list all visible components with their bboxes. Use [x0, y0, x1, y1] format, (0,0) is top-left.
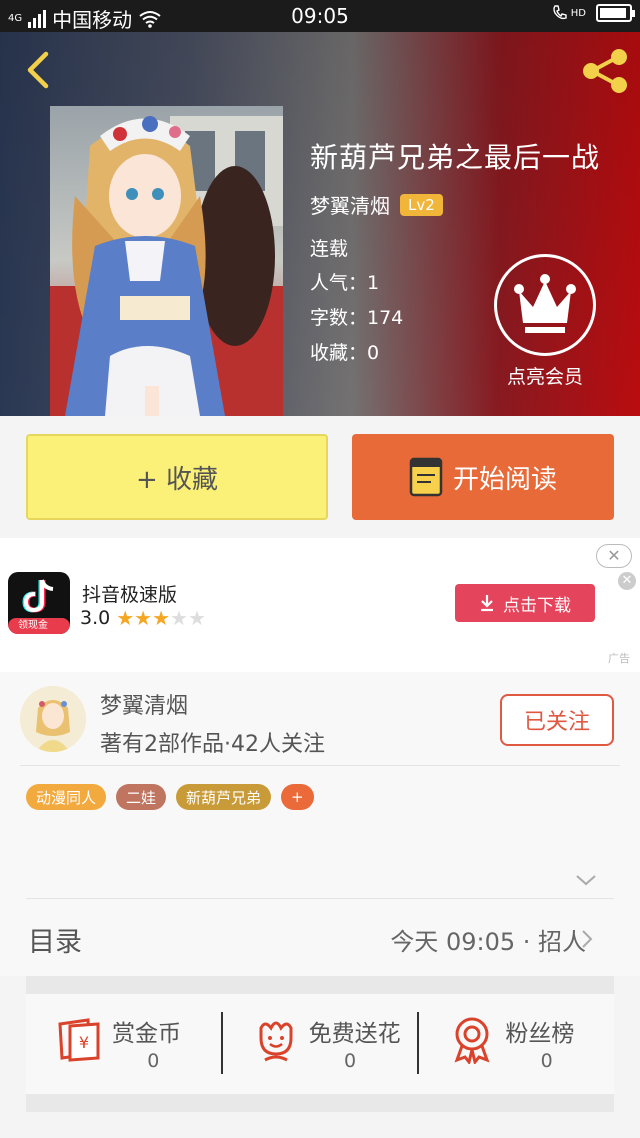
- ad-download-label: 点击下载: [503, 595, 571, 616]
- tag-anime-fanfic[interactable]: 动漫同人: [26, 784, 107, 810]
- chevron-right-icon: [582, 930, 593, 948]
- ad-app-name: 抖音极速版: [82, 584, 178, 606]
- battery-icon: [596, 4, 635, 22]
- tag-list: 动漫同人 二娃 新葫芦兄弟 +: [26, 784, 314, 810]
- start-reading-button[interactable]: 开始阅读: [352, 434, 614, 520]
- follow-button[interactable]: 已关注: [500, 694, 614, 746]
- star-icon: ★: [152, 606, 171, 630]
- ad-close-button[interactable]: ✕: [596, 544, 632, 568]
- divider: [26, 898, 614, 899]
- star-icon: ★: [170, 606, 188, 630]
- ad-banner[interactable]: ✕ 领现金 抖音极速版 3.0 ★★★★★ 点击下载 ✕ 广告: [0, 538, 640, 672]
- add-to-favorites-button[interactable]: + 收藏: [26, 434, 328, 520]
- crown-icon: [494, 254, 596, 356]
- star-icon: ★: [134, 606, 153, 630]
- ad-dismiss-icon[interactable]: ✕: [618, 572, 636, 590]
- author-stats: 著有2部作品·42人关注: [100, 732, 325, 757]
- book-word-count: 字数：174: [310, 307, 404, 329]
- star-icon: ★: [187, 606, 206, 630]
- ad-icon-badge: 领现金: [8, 618, 70, 634]
- action-bar: + 收藏 开始阅读: [0, 416, 640, 538]
- send-flower-label: 免费送花: [308, 1021, 401, 1047]
- ad-download-button[interactable]: 点击下载: [455, 584, 595, 622]
- status-bar: 4G 中国移动 09:05 HD: [0, 0, 640, 32]
- download-icon: [481, 595, 493, 612]
- fan-ranking-label: 粉丝榜: [505, 1021, 575, 1047]
- book-author[interactable]: 梦翼清烟: [310, 190, 390, 219]
- catalog-row[interactable]: 目录 今天 09:05 · 招人: [0, 900, 640, 976]
- section-gap: [26, 1094, 614, 1112]
- reward-coins-button[interactable]: ¥ 赏金币 0: [26, 994, 221, 1094]
- douyin-app-icon[interactable]: 领现金: [8, 572, 70, 634]
- divider: [20, 765, 620, 766]
- back-arrow-icon[interactable]: [18, 48, 62, 92]
- catalog-label: 目录: [28, 927, 82, 958]
- book-popularity: 人气：1: [310, 272, 380, 294]
- ad-rating: 3.0 ★★★★★: [80, 606, 206, 630]
- start-reading-label: 开始阅读: [452, 464, 557, 495]
- status-time: 09:05: [291, 4, 349, 28]
- book-title: 新葫芦兄弟之最后一战: [310, 141, 601, 174]
- author-level-badge: Lv2: [400, 193, 443, 216]
- status-right: HD: [551, 4, 635, 22]
- hd-label: HD: [570, 7, 586, 19]
- rewards-row: ¥ 赏金币 0 免费送花 0 粉丝榜 0: [26, 994, 614, 1094]
- rating-stars: ★★★★★: [116, 606, 206, 630]
- vip-label: 点亮会员: [506, 366, 583, 388]
- reward-coins-value: 0: [147, 1050, 160, 1072]
- book-status: 连载: [310, 238, 349, 260]
- tag-calabash-brothers[interactable]: 新葫芦兄弟: [176, 784, 272, 810]
- section-gap: [26, 976, 614, 994]
- star-icon: ★: [116, 606, 135, 630]
- send-flower-value: 0: [343, 1050, 357, 1072]
- ad-label: 广告: [608, 652, 630, 665]
- book-icon: [409, 457, 443, 497]
- author-name[interactable]: 梦翼清烟: [100, 688, 188, 720]
- hd-call-icon: HD: [551, 4, 586, 22]
- author-section: 梦翼清烟 著有2部作品·42人关注 已关注 动漫同人 二娃 新葫芦兄弟 +: [0, 672, 640, 900]
- fan-ranking-button[interactable]: 粉丝榜 0: [419, 994, 614, 1094]
- tag-erwa[interactable]: 二娃: [116, 784, 167, 810]
- book-favorites: 收藏：0: [310, 342, 380, 364]
- add-tag-button[interactable]: +: [281, 784, 314, 810]
- reward-coins-label: 赏金币: [112, 1021, 181, 1047]
- book-cover-image[interactable]: [50, 106, 283, 416]
- send-flower-button[interactable]: 免费送花 0: [223, 994, 418, 1094]
- ad-rating-value: 3.0: [80, 607, 111, 629]
- share-icon[interactable]: [578, 44, 632, 98]
- author-row: 梦翼清烟 Lv2: [310, 190, 443, 219]
- fan-ranking-value: 0: [540, 1050, 553, 1072]
- vip-activate-button[interactable]: 点亮会员: [490, 254, 600, 389]
- catalog-update-info: 今天 09:05 · 招人: [390, 928, 586, 956]
- chevron-down-icon[interactable]: [574, 872, 598, 888]
- author-avatar[interactable]: [20, 686, 86, 752]
- book-header: 新葫芦兄弟之最后一战 梦翼清烟 Lv2 连载 人气：1 字数：174 收藏：0 …: [0, 32, 640, 416]
